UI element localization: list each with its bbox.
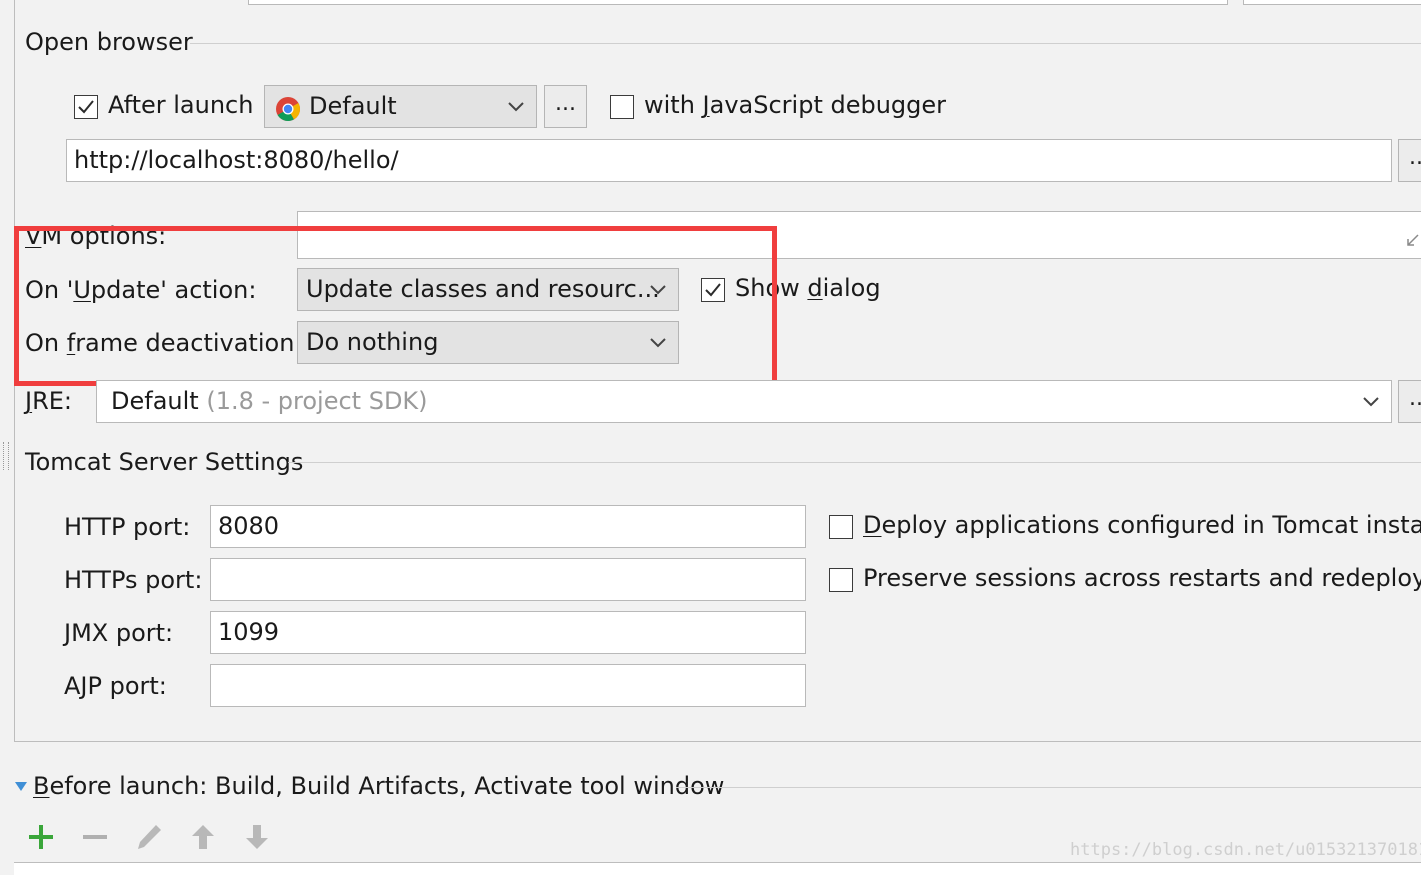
edit-icon[interactable] — [134, 822, 164, 852]
before-launch-mnemonic: B — [33, 772, 50, 800]
browser-select[interactable]: Default — [264, 85, 537, 128]
https-port-label: HTTPs port: — [64, 566, 203, 594]
panel-bottom-border — [14, 741, 1421, 742]
expand-field-icon[interactable] — [1406, 233, 1420, 247]
startup-url-input[interactable]: http://localhost:8080/hello/ — [66, 139, 1392, 182]
task-list-top-border — [14, 862, 1421, 875]
show-dialog-rest: ialog — [822, 274, 881, 302]
jre-label: JRE: — [25, 386, 72, 416]
after-launch-label[interactable]: After launch — [108, 90, 253, 120]
before-launch-title-rest: efore launch: Build, Build Artifacts, Ac… — [49, 772, 725, 800]
show-dialog-mid: w — [780, 274, 808, 302]
deploy-apps-checkbox[interactable] — [829, 515, 853, 539]
js-debugger-mnemonic: J — [702, 91, 710, 119]
jre-value: Default — [111, 387, 199, 415]
top-field-clipped[interactable] — [248, 0, 1228, 5]
checkmark-icon — [78, 100, 94, 114]
remove-icon[interactable] — [80, 822, 110, 852]
js-debugger-label[interactable]: with JavaScript debugger — [644, 90, 946, 120]
move-up-icon[interactable] — [188, 822, 218, 852]
highlight-annotation-box — [14, 226, 777, 386]
url-more-button[interactable]: .. — [1398, 139, 1421, 182]
deploy-apps-label[interactable]: Deploy applications configured in Tomcat… — [863, 510, 1421, 540]
chevron-down-icon — [1363, 397, 1379, 407]
jre-select[interactable]: Default (1.8 - project SDK) — [96, 380, 1392, 423]
after-launch-checkbox[interactable] — [74, 95, 98, 119]
tomcat-settings-title: Tomcat Server Settings — [25, 448, 304, 476]
http-port-input[interactable]: 8080 — [210, 505, 806, 548]
browser-browse-button[interactable]: ... — [544, 85, 587, 128]
move-down-icon[interactable] — [242, 822, 272, 852]
browser-select-value: Default — [309, 92, 397, 120]
top-field-clipped-2[interactable] — [1243, 0, 1421, 5]
collapse-triangle-icon[interactable] — [14, 781, 28, 793]
js-debugger-prefix: with — [644, 91, 703, 119]
http-port-label: HTTP port: — [64, 513, 191, 541]
jmx-port-input[interactable]: 1099 — [210, 611, 806, 654]
deploy-apps-mnemonic: D — [863, 511, 882, 539]
add-icon[interactable] — [26, 822, 56, 852]
js-debugger-rest: avaScript debugger — [709, 91, 947, 119]
preserve-sessions-label[interactable]: Preserve sessions across restarts and re… — [863, 563, 1421, 593]
jre-hint: (1.8 - project SDK) — [206, 387, 428, 415]
jre-more-button[interactable]: .. — [1398, 380, 1421, 423]
before-launch-title[interactable]: Before launch: Build, Build Artifacts, A… — [33, 771, 724, 801]
watermark-text: https://blog.csdn.net/u015321370181 — [1070, 840, 1421, 860]
jmx-port-label: JMX port: — [64, 619, 174, 647]
ajp-port-label: AJP port: — [64, 672, 167, 700]
open-browser-title: Open browser — [25, 28, 193, 56]
chevron-down-icon — [508, 102, 524, 112]
jre-label-rest: RE: — [32, 387, 73, 415]
before-launch-separator — [676, 787, 1421, 788]
preserve-sessions-checkbox[interactable] — [829, 568, 853, 592]
chrome-icon — [275, 94, 301, 122]
ajp-port-input[interactable] — [210, 664, 806, 707]
show-dialog-mnemonic: d — [807, 274, 823, 302]
tomcat-separator — [288, 462, 1421, 463]
splitter-grip[interactable] — [3, 442, 9, 470]
https-port-input[interactable] — [210, 558, 806, 601]
deploy-apps-rest: eploy applications configured in Tomcat … — [881, 511, 1421, 539]
open-browser-separator — [190, 43, 1421, 44]
js-debugger-checkbox[interactable] — [610, 95, 634, 119]
